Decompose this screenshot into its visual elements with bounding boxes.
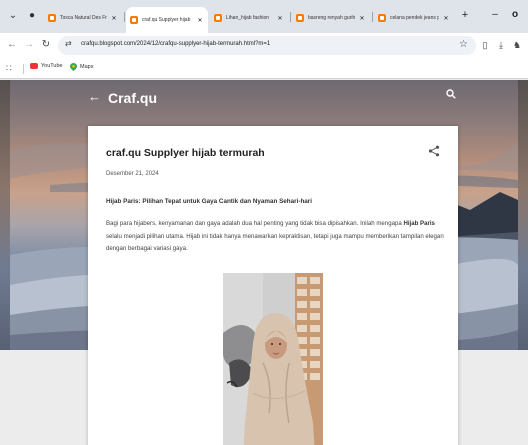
star-icon[interactable]: ☆ [459,39,468,50]
tab-preview-icon[interactable]: ▯ [478,38,492,52]
arrow-left-icon[interactable]: ← [88,89,101,104]
blogger-icon [48,14,56,22]
blogger-icon [378,14,386,22]
youtube-icon [30,63,38,69]
close-icon[interactable]: ✕ [276,15,284,22]
close-icon[interactable]: ✕ [196,17,204,24]
post-image[interactable] [223,273,323,445]
minimize-icon[interactable]: – [486,6,504,24]
bookmark-youtube[interactable]: YouTube [30,63,63,69]
blogger-icon [296,14,304,22]
close-icon[interactable]: ✕ [110,15,118,22]
post-body: Bagi para hijabers, kenyamanan dan gaya … [106,220,444,252]
tab-celana[interactable]: celana pendek jeans pr ✕ [374,9,454,27]
web-page: ← Craf.qu craf.qu Supplyer hijab termura… [0,80,528,445]
browser-toolbar: ← → ↻ ⇄ crafqu.blogspot.com/2024/12/craf… [0,33,528,58]
address-bar[interactable]: ⇄ crafqu.blogspot.com/2024/12/crafqu-sup… [58,36,476,55]
download-icon[interactable]: ⤓ [494,38,508,52]
url-text: crafqu.blogspot.com/2024/12/crafqu-suppl… [81,41,271,47]
bookmark-maps[interactable]: Maps [70,63,93,71]
bookmarks-bar: ∷ YouTube Maps [0,58,528,79]
tab-crafqu[interactable]: craf.qu Supplyer hijab ✕ [126,7,208,33]
post-card: craf.qu Supplyer hijab termurah Desember… [88,126,458,445]
site-settings-icon[interactable]: ⇄ [65,39,72,48]
blogger-icon [130,16,138,24]
tab-basreng[interactable]: basreng renyah gurih ✕ [292,9,370,27]
close-icon[interactable]: ✕ [442,15,450,22]
tab-strip: ⌄ ● Tosca Natural Des Fresh ✕ craf.qu Su… [0,0,528,33]
maps-icon [70,63,77,71]
close-icon[interactable]: ✕ [358,15,366,22]
window-control-icon[interactable]: o [506,6,524,24]
chrome-menu-icon[interactable]: ● [24,8,40,24]
extension-icon[interactable]: ♞ [510,38,524,52]
post-heading: Hijab Paris: Pilihan Tepat untuk Gaya Ca… [106,198,312,205]
apps-grid-icon[interactable]: ∷ [6,63,12,74]
post-title: craf.qu Supplyer hijab termurah [106,147,265,159]
blogger-icon [214,14,222,22]
tab-lihan[interactable]: Lihan_hijab fashion ✕ [210,9,288,27]
search-icon[interactable] [446,89,456,99]
tab-tosca[interactable]: Tosca Natural Des Fresh ✕ [44,9,122,27]
post-date: Desember 21, 2024 [106,171,159,177]
share-icon[interactable] [428,145,440,157]
blog-title[interactable]: Craf.qu [108,90,157,106]
new-tab-button[interactable]: + [456,6,474,24]
blog-header: ← Craf.qu [0,80,528,120]
bold-keyword: Hijab Paris [403,220,435,227]
back-icon[interactable]: ← [5,38,19,52]
tab-search-icon[interactable]: ⌄ [5,8,21,24]
forward-icon[interactable]: → [22,38,36,52]
reload-icon[interactable]: ↻ [39,38,53,52]
